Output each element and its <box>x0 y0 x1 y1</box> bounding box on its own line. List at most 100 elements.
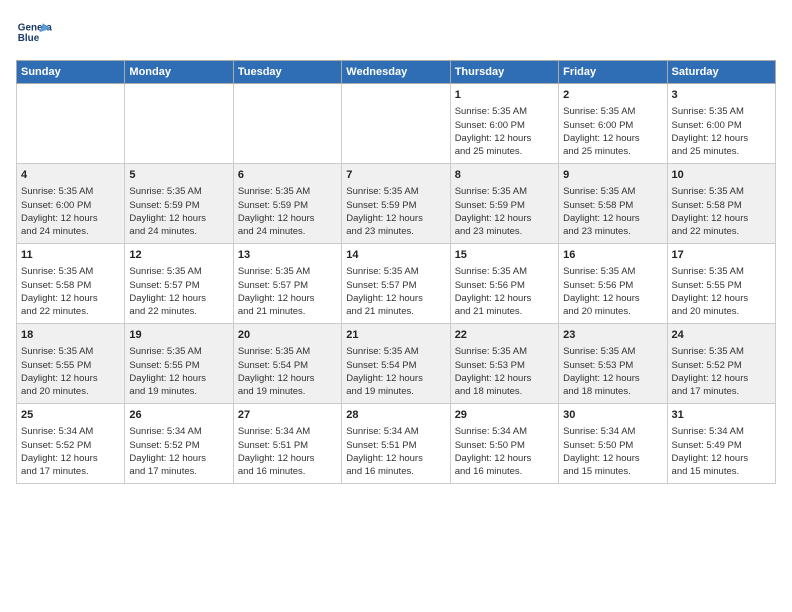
day-number: 14 <box>346 248 445 263</box>
calendar-cell: 21Sunrise: 5:35 AM Sunset: 5:54 PM Dayli… <box>342 324 450 404</box>
day-info: Sunrise: 5:35 AM Sunset: 6:00 PM Dayligh… <box>563 105 662 158</box>
calendar-cell <box>233 84 341 164</box>
calendar-cell: 22 Sunrise: 5:35 AM Sunset: 5:53 PM Dayli… <box>450 324 558 404</box>
col-header-thursday: Thursday <box>450 61 558 84</box>
day-number: 10 <box>672 168 771 183</box>
calendar-cell: 28 Sunrise: 5:34 AM Sunset: 5:51 PM Dayli… <box>342 404 450 484</box>
day-info: Sunrise: 5:34 AM Sunset: 5:51 PM Dayligh… <box>346 425 445 478</box>
day-number: 1 <box>455 88 554 103</box>
day-info: Sunrise: 5:35 AM Sunset: 6:00 PM Dayligh… <box>672 105 771 158</box>
week-row-0: 1 Sunrise: 5:35 AM Sunset: 6:00 PM Daylig… <box>17 84 776 164</box>
calendar-cell: 19 Sunrise: 5:35 AM Sunset: 5:55 PM Dayli… <box>125 324 233 404</box>
day-info: Sunrise: 5:35 AM Sunset: 5:56 PM Dayligh… <box>455 265 554 318</box>
day-info: Sunrise: 5:34 AM Sunset: 5:49 PM Dayligh… <box>672 425 771 478</box>
day-info: Sunrise: 5:35 AM Sunset: 5:58 PM Dayligh… <box>672 185 771 238</box>
calendar-cell: 2Sunrise: 5:35 AM Sunset: 6:00 PM Daylig… <box>559 84 667 164</box>
day-info: Sunrise: 5:35 AM Sunset: 5:55 PM Dayligh… <box>21 345 120 398</box>
calendar-cell: 26 Sunrise: 5:34 AM Sunset: 5:52 PM Dayli… <box>125 404 233 484</box>
calendar-cell: 23 Sunrise: 5:35 AM Sunset: 5:53 PM Dayli… <box>559 324 667 404</box>
calendar-table: SundayMondayTuesdayWednesdayThursdayFrid… <box>16 60 776 484</box>
day-number: 18 <box>21 328 120 343</box>
day-number: 16 <box>563 248 662 263</box>
day-number: 24 <box>672 328 771 343</box>
day-number: 22 <box>455 328 554 343</box>
day-number: 12 <box>129 248 228 263</box>
day-info: Sunrise: 5:35 AM Sunset: 5:58 PM Dayligh… <box>563 185 662 238</box>
calendar-cell <box>125 84 233 164</box>
calendar-cell: 24 Sunrise: 5:35 AM Sunset: 5:52 PM Dayli… <box>667 324 775 404</box>
calendar-cell <box>17 84 125 164</box>
day-number: 23 <box>563 328 662 343</box>
calendar-cell: 15Sunrise: 5:35 AM Sunset: 5:56 PM Dayli… <box>450 244 558 324</box>
day-info: Sunrise: 5:34 AM Sunset: 5:52 PM Dayligh… <box>21 425 120 478</box>
day-number: 5 <box>129 168 228 183</box>
calendar-cell: 9 Sunrise: 5:35 AM Sunset: 5:58 PM Daylig… <box>559 164 667 244</box>
calendar-cell: 6Sunrise: 5:35 AM Sunset: 5:59 PM Daylig… <box>233 164 341 244</box>
col-header-wednesday: Wednesday <box>342 61 450 84</box>
calendar-cell: 30Sunrise: 5:34 AM Sunset: 5:50 PM Dayli… <box>559 404 667 484</box>
calendar-cell: 12 Sunrise: 5:35 AM Sunset: 5:57 PM Dayli… <box>125 244 233 324</box>
calendar-cell: 8Sunrise: 5:35 AM Sunset: 5:59 PM Daylig… <box>450 164 558 244</box>
day-number: 27 <box>238 408 337 423</box>
logo-icon: General Blue <box>16 16 52 52</box>
day-info: Sunrise: 5:35 AM Sunset: 5:57 PM Dayligh… <box>238 265 337 318</box>
calendar-cell: 1 Sunrise: 5:35 AM Sunset: 6:00 PM Daylig… <box>450 84 558 164</box>
day-info: Sunrise: 5:35 AM Sunset: 5:59 PM Dayligh… <box>346 185 445 238</box>
day-info: Sunrise: 5:34 AM Sunset: 5:51 PM Dayligh… <box>238 425 337 478</box>
day-number: 21 <box>346 328 445 343</box>
day-info: Sunrise: 5:35 AM Sunset: 5:53 PM Dayligh… <box>563 345 662 398</box>
calendar-cell: 20Sunrise: 5:35 AM Sunset: 5:54 PM Dayli… <box>233 324 341 404</box>
svg-text:Blue: Blue <box>18 33 40 44</box>
calendar-cell <box>342 84 450 164</box>
day-info: Sunrise: 5:35 AM Sunset: 5:52 PM Dayligh… <box>672 345 771 398</box>
day-info: Sunrise: 5:35 AM Sunset: 6:00 PM Dayligh… <box>455 105 554 158</box>
day-number: 17 <box>672 248 771 263</box>
header-row: SundayMondayTuesdayWednesdayThursdayFrid… <box>17 61 776 84</box>
day-info: Sunrise: 5:35 AM Sunset: 5:58 PM Dayligh… <box>21 265 120 318</box>
day-number: 28 <box>346 408 445 423</box>
calendar-cell: 4Sunrise: 5:35 AM Sunset: 6:00 PM Daylig… <box>17 164 125 244</box>
day-number: 25 <box>21 408 120 423</box>
day-number: 19 <box>129 328 228 343</box>
col-header-friday: Friday <box>559 61 667 84</box>
week-row-2: 11 Sunrise: 5:35 AM Sunset: 5:58 PM Dayli… <box>17 244 776 324</box>
day-info: Sunrise: 5:35 AM Sunset: 5:59 PM Dayligh… <box>455 185 554 238</box>
calendar-cell: 25 Sunrise: 5:34 AM Sunset: 5:52 PM Dayli… <box>17 404 125 484</box>
day-info: Sunrise: 5:35 AM Sunset: 5:54 PM Dayligh… <box>238 345 337 398</box>
col-header-saturday: Saturday <box>667 61 775 84</box>
day-number: 26 <box>129 408 228 423</box>
col-header-sunday: Sunday <box>17 61 125 84</box>
day-number: 30 <box>563 408 662 423</box>
day-info: Sunrise: 5:34 AM Sunset: 5:50 PM Dayligh… <box>455 425 554 478</box>
calendar-cell: 27 Sunrise: 5:34 AM Sunset: 5:51 PM Dayli… <box>233 404 341 484</box>
logo: General Blue <box>16 16 52 52</box>
calendar-cell: 17 Sunrise: 5:35 AM Sunset: 5:55 PM Dayli… <box>667 244 775 324</box>
day-info: Sunrise: 5:35 AM Sunset: 5:53 PM Dayligh… <box>455 345 554 398</box>
calendar-cell: 14Sunrise: 5:35 AM Sunset: 5:57 PM Dayli… <box>342 244 450 324</box>
week-row-3: 18 Sunrise: 5:35 AM Sunset: 5:55 PM Dayli… <box>17 324 776 404</box>
calendar-cell: 10 Sunrise: 5:35 AM Sunset: 5:58 PM Dayli… <box>667 164 775 244</box>
day-number: 31 <box>672 408 771 423</box>
calendar-cell: 31 Sunrise: 5:34 AM Sunset: 5:49 PM Dayli… <box>667 404 775 484</box>
day-number: 4 <box>21 168 120 183</box>
day-number: 6 <box>238 168 337 183</box>
day-number: 29 <box>455 408 554 423</box>
day-info: Sunrise: 5:35 AM Sunset: 5:55 PM Dayligh… <box>672 265 771 318</box>
day-number: 3 <box>672 88 771 103</box>
col-header-tuesday: Tuesday <box>233 61 341 84</box>
day-info: Sunrise: 5:35 AM Sunset: 5:55 PM Dayligh… <box>129 345 228 398</box>
calendar-cell: 3 Sunrise: 5:35 AM Sunset: 6:00 PM Daylig… <box>667 84 775 164</box>
calendar-cell: 16Sunrise: 5:35 AM Sunset: 5:56 PM Dayli… <box>559 244 667 324</box>
day-number: 9 <box>563 168 662 183</box>
day-info: Sunrise: 5:34 AM Sunset: 5:52 PM Dayligh… <box>129 425 228 478</box>
calendar-cell: 11 Sunrise: 5:35 AM Sunset: 5:58 PM Dayli… <box>17 244 125 324</box>
day-number: 11 <box>21 248 120 263</box>
day-info: Sunrise: 5:35 AM Sunset: 5:57 PM Dayligh… <box>129 265 228 318</box>
calendar-cell: 18 Sunrise: 5:35 AM Sunset: 5:55 PM Dayli… <box>17 324 125 404</box>
col-header-monday: Monday <box>125 61 233 84</box>
calendar-cell: 29 Sunrise: 5:34 AM Sunset: 5:50 PM Dayli… <box>450 404 558 484</box>
calendar-cell: 7Sunrise: 5:35 AM Sunset: 5:59 PM Daylig… <box>342 164 450 244</box>
calendar-cell: 13Sunrise: 5:35 AM Sunset: 5:57 PM Dayli… <box>233 244 341 324</box>
day-info: Sunrise: 5:35 AM Sunset: 5:59 PM Dayligh… <box>129 185 228 238</box>
week-row-4: 25 Sunrise: 5:34 AM Sunset: 5:52 PM Dayli… <box>17 404 776 484</box>
